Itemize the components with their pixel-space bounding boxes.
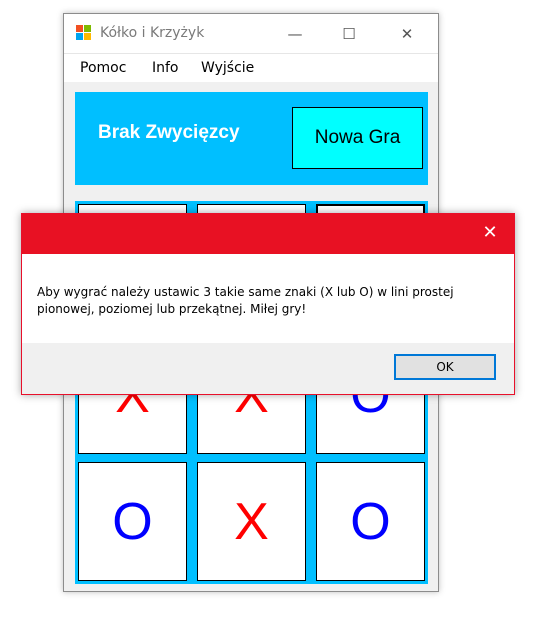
dialog-title-bar: ✕	[22, 214, 514, 254]
board-cell[interactable]: X	[197, 462, 306, 581]
ok-button[interactable]: OK	[394, 354, 496, 380]
board-cell[interactable]: O	[316, 462, 425, 581]
new-game-button[interactable]: Nowa Gra	[292, 107, 423, 169]
menu-item-pomoc[interactable]: Pomoc	[80, 60, 126, 76]
menu-item-info[interactable]: Info	[152, 60, 179, 76]
menu-bar: Pomoc Info Wyjście	[64, 54, 438, 82]
dialog-footer: OK	[22, 343, 514, 394]
status-label: Brak Zwycięzcy	[98, 122, 240, 143]
title-bar: Kółko i Krzyżyk — ☐ ✕	[64, 14, 438, 54]
dialog-close-icon[interactable]: ✕	[480, 223, 500, 243]
maximize-button[interactable]: ☐	[326, 14, 372, 54]
board-cell[interactable]: O	[78, 462, 187, 581]
window-title: Kółko i Krzyżyk	[100, 25, 205, 41]
dialog-message: Aby wygrać należy ustawic 3 takie same z…	[37, 285, 454, 316]
minimize-button[interactable]: —	[272, 14, 318, 54]
menu-item-wyjscie[interactable]: Wyjście	[201, 60, 254, 76]
app-icon	[76, 25, 92, 41]
message-dialog: ✕ Aby wygrać należy ustawic 3 takie same…	[21, 213, 515, 395]
close-button[interactable]: ✕	[384, 14, 430, 54]
status-banner: Brak Zwycięzcy Nowa Gra	[75, 92, 428, 185]
